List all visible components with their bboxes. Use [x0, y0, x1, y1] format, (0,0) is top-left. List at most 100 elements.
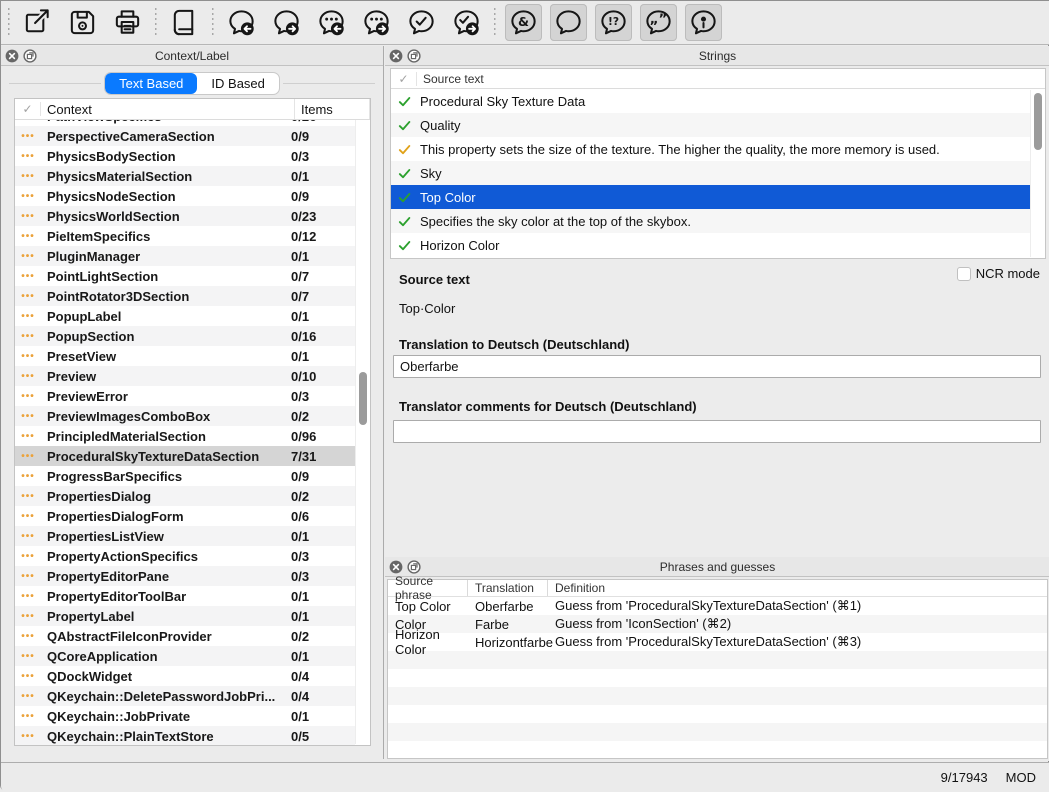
ncr-mode-label: NCR mode — [976, 266, 1040, 281]
context-row[interactable]: •••PointRotator3DSection0/7 — [15, 286, 355, 306]
strings-row-list: Procedural Sky Texture DataQuality This p… — [391, 89, 1030, 258]
source-text-cell: Horizon Color — [417, 238, 1030, 253]
context-row[interactable]: •••PropertiesDialogForm0/6 — [15, 506, 355, 526]
unfinished-dots-icon: ••• — [15, 331, 41, 342]
phrase-row[interactable]: Horizon ColorHorizontfarbeGuess from 'Pr… — [388, 633, 1047, 651]
next-unfinished-button[interactable] — [358, 4, 395, 41]
unfinished-dots-icon: ••• — [15, 471, 41, 482]
unfinished-dots-icon: ••• — [15, 291, 41, 302]
prev-button[interactable] — [223, 4, 260, 41]
context-row[interactable]: •••PropertyEditorToolBar0/1 — [15, 586, 355, 606]
string-row[interactable]: Horizon Color — [391, 233, 1030, 257]
toolbar-separator — [494, 8, 496, 38]
string-row[interactable]: Top Color — [391, 185, 1030, 209]
context-row[interactable]: •••PrincipledMaterialSection0/96 — [15, 426, 355, 446]
phrase-source-cell: Horizon Color — [388, 627, 468, 657]
context-row[interactable]: •••PluginManager0/1 — [15, 246, 355, 266]
ncr-mode-checkbox[interactable] — [957, 267, 971, 281]
context-row[interactable]: •••QKeychain::DeletePasswordJobPri...0/4 — [15, 686, 355, 706]
close-icon[interactable] — [5, 49, 19, 63]
strings-scrollbar[interactable] — [1030, 90, 1044, 257]
context-row[interactable]: •••PhysicsWorldSection0/23 — [15, 206, 355, 226]
close-icon[interactable] — [389, 49, 403, 63]
context-row[interactable]: •••PhysicsNodeSection0/9 — [15, 186, 355, 206]
validate-whitespace-button[interactable] — [550, 4, 587, 41]
source-text-cell: This property sets the size of the textu… — [417, 142, 1030, 157]
context-row[interactable]: •••PopupSection0/16 — [15, 326, 355, 346]
done-and-next-button[interactable] — [448, 4, 485, 41]
phrase-row[interactable]: Top ColorOberfarbeGuess from 'Procedural… — [388, 597, 1047, 615]
string-row[interactable]: Quality — [391, 113, 1030, 137]
phrasebook-button[interactable] — [166, 4, 203, 41]
context-row[interactable]: •••Preview0/10 — [15, 366, 355, 386]
context-row[interactable]: •••ProceduralSkyTextureDataSection7/31 — [15, 446, 355, 466]
context-row[interactable]: •••QKeychain::JobPrivate0/1 — [15, 706, 355, 726]
context-row[interactable]: •••PropertiesDialog0/2 — [15, 486, 355, 506]
context-row[interactable]: •••PhysicsMaterialSection0/1 — [15, 166, 355, 186]
float-window-icon[interactable] — [407, 560, 421, 574]
done-button[interactable] — [403, 4, 440, 41]
context-row[interactable]: •••QKeychain::PlainTextStore0/5 — [15, 726, 355, 745]
float-window-icon[interactable] — [23, 49, 37, 63]
translation-column-header[interactable]: Translation — [468, 580, 548, 596]
bubble-prev-unfinished-icon — [316, 7, 347, 38]
context-row[interactable]: •••PerspectiveCameraSection0/9 — [15, 126, 355, 146]
string-row[interactable]: Sky — [391, 161, 1030, 185]
strings-scrollbar-thumb[interactable] — [1034, 93, 1042, 150]
context-row[interactable]: •••PieItemSpecifics0/12 — [15, 226, 355, 246]
items-column-header[interactable]: Items — [294, 99, 370, 119]
status-position: 9/17943 — [941, 770, 988, 785]
check-column-icon[interactable]: ✓ — [15, 102, 41, 116]
validate-phrase-matches-button[interactable]: „” — [640, 4, 677, 41]
context-row[interactable]: •••PropertyEditorPane0/3 — [15, 566, 355, 586]
context-row[interactable]: •••PhysicsBodySection0/3 — [15, 146, 355, 166]
tab-id-based[interactable]: ID Based — [197, 73, 278, 94]
context-row[interactable]: •••QAbstractFileIconProvider0/2 — [15, 626, 355, 646]
context-row[interactable]: •••PreviewImagesComboBox0/2 — [15, 406, 355, 426]
string-row[interactable]: This property sets the size of the textu… — [391, 137, 1030, 161]
phrase-row-empty — [388, 651, 1047, 669]
translator-comments-label: Translator comments for Deutsch (Deutsch… — [399, 399, 697, 414]
context-row[interactable]: •••PointLightSection0/7 — [15, 266, 355, 286]
context-items-count: 7/31 — [285, 449, 355, 464]
prev-unfinished-button[interactable] — [313, 4, 350, 41]
validate-punctuation-button[interactable]: !? — [595, 4, 632, 41]
string-row[interactable]: Specifies the sky color at the top of th… — [391, 209, 1030, 233]
context-row[interactable]: •••ProgressBarSpecifics0/9 — [15, 466, 355, 486]
context-row[interactable]: •••PresetView0/1 — [15, 346, 355, 366]
save-button[interactable] — [64, 4, 101, 41]
context-scrollbar[interactable] — [355, 120, 369, 744]
phrases-dock-titlebar: Phrases and guesses — [385, 557, 1049, 577]
validate-accelerators-button[interactable]: & — [505, 4, 542, 41]
tab-text-based[interactable]: Text Based — [105, 73, 197, 94]
float-window-icon[interactable] — [407, 49, 421, 63]
check-column-icon[interactable]: ✓ — [391, 72, 417, 86]
context-row[interactable]: •••PropertyLabel0/1 — [15, 606, 355, 626]
string-row[interactable]: Procedural Sky Texture Data — [391, 89, 1030, 113]
context-items-count: 0/1 — [285, 169, 355, 184]
unfinished-dots-icon: ••• — [15, 671, 41, 682]
validate-place-markers-button[interactable] — [685, 4, 722, 41]
context-row[interactable]: •••PopupLabel0/1 — [15, 306, 355, 326]
context-row[interactable]: •••QCoreApplication0/1 — [15, 646, 355, 666]
print-button[interactable] — [109, 4, 146, 41]
context-row[interactable]: •••QDockWidget0/4 — [15, 666, 355, 686]
context-row[interactable]: •••PreviewError0/3 — [15, 386, 355, 406]
translator-comments-input[interactable] — [393, 420, 1041, 443]
source-text-column-header[interactable]: Source text — [417, 72, 484, 86]
phrase-row[interactable]: ColorFarbeGuess from 'IconSection' (⌘2) — [388, 615, 1047, 633]
context-row[interactable]: •••PropertyActionSpecifics0/3 — [15, 546, 355, 566]
translation-input[interactable] — [393, 355, 1041, 378]
context-row[interactable]: •••PropertiesListView0/1 — [15, 526, 355, 546]
context-column-header[interactable]: Context — [41, 102, 294, 117]
context-scrollbar-thumb[interactable] — [359, 372, 367, 425]
source-phrase-column-header[interactable]: Source phrase — [388, 580, 468, 596]
translation-editor: Source text NCR mode Top·Color Translati… — [385, 259, 1049, 557]
context-name: PopupSection — [41, 329, 285, 344]
warning-check-icon — [391, 142, 417, 157]
definition-column-header[interactable]: Definition — [548, 581, 1047, 595]
next-button[interactable] — [268, 4, 305, 41]
context-items-count: 0/1 — [285, 649, 355, 664]
open-button[interactable] — [19, 4, 56, 41]
close-icon[interactable] — [389, 560, 403, 574]
